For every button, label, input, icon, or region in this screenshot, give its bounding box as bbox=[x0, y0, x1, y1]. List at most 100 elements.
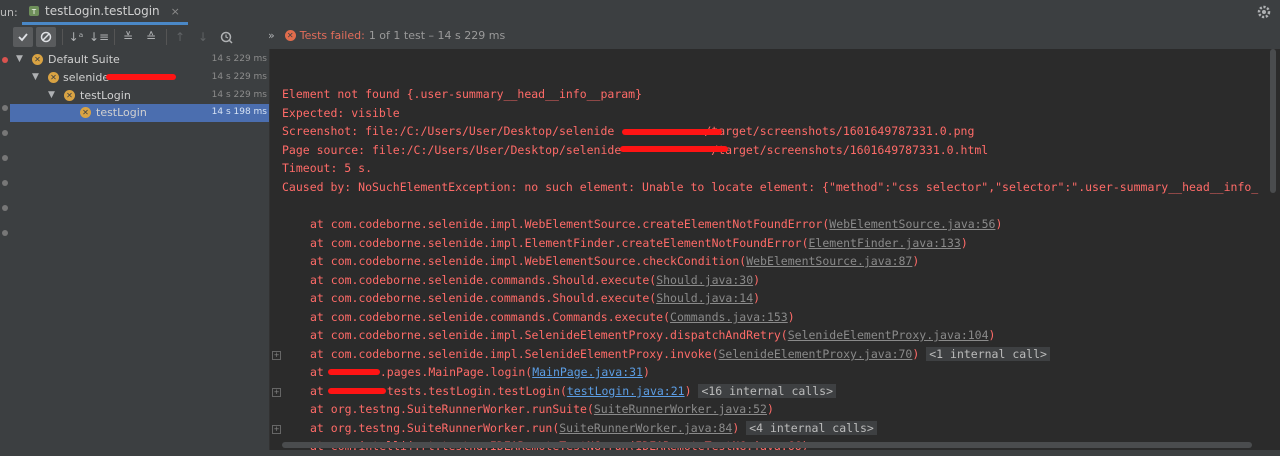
redaction-mark bbox=[106, 74, 176, 80]
check-icon bbox=[18, 33, 28, 42]
frame-text: at org.testng.SuiteRunnerWorker.runSuite… bbox=[310, 402, 594, 416]
horizontal-scrollbar[interactable] bbox=[282, 442, 1252, 448]
strip-icon[interactable] bbox=[2, 180, 8, 186]
source-link[interactable]: Should.java:14 bbox=[656, 291, 753, 305]
tree-row-class[interactable]: ▼ ✕ testLogin 14 s 229 ms bbox=[10, 87, 269, 105]
console-line: Element not found {.user-summary__head__… bbox=[282, 87, 643, 101]
redaction-mark bbox=[620, 146, 728, 152]
toolbar-separator bbox=[114, 29, 115, 45]
source-link[interactable]: WebElementSource.java:87 bbox=[746, 254, 912, 268]
toolbar-separator bbox=[62, 29, 63, 45]
next-failed-button[interactable]: ↓ bbox=[193, 27, 213, 47]
frame-close: ) bbox=[960, 236, 968, 250]
frame-text: at com.codeborne.selenide.commands.Comma… bbox=[310, 310, 671, 324]
stack-frame: at tests.testLogin.testLogin(testLogin.ja… bbox=[310, 382, 837, 400]
strip-icon[interactable] bbox=[2, 205, 8, 211]
source-link[interactable]: SelenideElementProxy.java:104 bbox=[788, 328, 989, 342]
source-link[interactable]: Should.java:30 bbox=[656, 273, 753, 287]
console-text: /target/screenshots/1601649787331.0.html bbox=[711, 143, 989, 157]
tree-row-suite[interactable]: ▼ ✕ Default Suite 14 s 229 ms bbox=[10, 51, 269, 69]
console-text: Page source: file:/C:/Users/User/Desktop… bbox=[282, 143, 622, 157]
tab-testlogin[interactable]: T testLogin.testLogin × bbox=[22, 0, 188, 25]
console-line: Expected: visible bbox=[282, 106, 400, 120]
source-link[interactable]: WebElementSource.java:56 bbox=[829, 217, 995, 231]
frame-text: at org.testng.SuiteRunnerWorker.run( bbox=[310, 421, 560, 435]
vertical-scrollbar[interactable] bbox=[1270, 49, 1276, 193]
internal-calls-fold[interactable]: <4 internal calls> bbox=[746, 421, 877, 435]
source-link[interactable]: SuiteRunnerWorker.java:84 bbox=[559, 421, 732, 435]
clock-icon bbox=[220, 31, 233, 44]
stack-frame: at com.codeborne.selenide.commands.Shoul… bbox=[310, 289, 760, 307]
stack-frame: at com.codeborne.selenide.impl.SelenideE… bbox=[310, 326, 995, 344]
tab-title: testLogin.testLogin bbox=[45, 4, 160, 18]
frame-close: ) bbox=[787, 310, 795, 324]
chevron-right-icon[interactable]: » bbox=[268, 29, 275, 42]
tree-row-time: 14 s 229 ms bbox=[211, 54, 267, 64]
collapse-all-button[interactable]: ≙ bbox=[141, 27, 161, 47]
tree-row-time: 14 s 229 ms bbox=[211, 90, 267, 100]
strip-icon[interactable] bbox=[2, 230, 8, 236]
toolbar-separator bbox=[166, 29, 167, 45]
strip-icon[interactable] bbox=[2, 155, 8, 161]
redaction-mark bbox=[328, 388, 386, 394]
frame-close: ) bbox=[684, 384, 692, 398]
frame-text: at com.codeborne.selenide.impl.SelenideE… bbox=[310, 347, 719, 361]
source-link[interactable]: ElementFinder.java:133 bbox=[809, 236, 961, 250]
source-link[interactable]: SuiteRunnerWorker.java:52 bbox=[594, 402, 767, 416]
previous-failed-button[interactable]: ↑ bbox=[170, 27, 190, 47]
run-label: un: bbox=[0, 6, 18, 19]
gear-icon[interactable] bbox=[1256, 4, 1272, 20]
stack-frame: at org.testng.SuiteRunnerWorker.runSuite… bbox=[310, 400, 774, 418]
test-history-button[interactable] bbox=[216, 27, 236, 47]
frame-close: ) bbox=[995, 217, 1003, 231]
source-link[interactable]: SelenideElementProxy.java:70 bbox=[719, 347, 913, 361]
stack-frame: at com.codeborne.selenide.impl.SelenideE… bbox=[310, 345, 1050, 363]
strip-icon[interactable] bbox=[2, 130, 8, 136]
sort-by-duration-button[interactable]: ↓≡ bbox=[89, 27, 109, 47]
show-ignored-button[interactable] bbox=[36, 27, 56, 47]
fold-expand-icon[interactable]: + bbox=[272, 388, 281, 397]
strip-icon[interactable] bbox=[2, 105, 8, 111]
failed-test-icon: ✕ bbox=[32, 54, 43, 65]
console-line: Timeout: 5 s. bbox=[282, 161, 373, 175]
tree-row-label: testLogin bbox=[96, 106, 147, 119]
status-failed-label: Tests failed: bbox=[299, 29, 365, 42]
expand-all-button[interactable]: ≚ bbox=[118, 27, 138, 47]
tree-row-method-selected[interactable]: ✕ testLogin 14 s 198 ms bbox=[10, 104, 269, 122]
internal-calls-fold[interactable]: <1 internal call> bbox=[926, 347, 1050, 361]
sort-alpha-icon: ↓ᵃ bbox=[68, 30, 84, 44]
chevron-down-icon[interactable]: ▼ bbox=[32, 72, 39, 82]
collapse-all-icon: ≙ bbox=[145, 30, 157, 44]
frame-close: ) bbox=[732, 421, 740, 435]
stack-frame: at com.codeborne.selenide.commands.Shoul… bbox=[310, 271, 760, 289]
stop-icon[interactable] bbox=[2, 57, 8, 63]
chevron-down-icon[interactable]: ▼ bbox=[16, 54, 23, 64]
console-output[interactable]: Element not found {.user-summary__head__… bbox=[270, 49, 1280, 456]
status-bar bbox=[0, 450, 1280, 456]
show-passed-button[interactable] bbox=[13, 27, 33, 47]
failed-icon: ✕ bbox=[284, 30, 296, 41]
close-icon[interactable]: × bbox=[171, 5, 180, 18]
console-line: Caused by: NoSuchElementException: no su… bbox=[282, 180, 1259, 194]
fold-expand-icon[interactable]: + bbox=[272, 425, 281, 434]
source-link[interactable]: Commands.java:153 bbox=[670, 310, 788, 324]
frame-text: at com.codeborne.selenide.commands.Shoul… bbox=[310, 291, 657, 305]
internal-calls-fold[interactable]: <16 internal calls> bbox=[698, 384, 837, 398]
frame-close: ) bbox=[912, 347, 920, 361]
tree-row-label: Default Suite bbox=[48, 53, 120, 66]
frame-close: ) bbox=[912, 254, 920, 268]
chevron-down-icon[interactable]: ▼ bbox=[48, 90, 55, 100]
frame-text: at bbox=[310, 365, 324, 379]
frame-text: at com.codeborne.selenide.commands.Shoul… bbox=[310, 273, 657, 287]
sort-alphabetically-button[interactable]: ↓ᵃ bbox=[66, 27, 86, 47]
source-link[interactable]: testLogin.java:21 bbox=[567, 384, 685, 398]
stack-frame: at org.testng.SuiteRunnerWorker.run(Suit… bbox=[310, 419, 877, 437]
fold-expand-icon[interactable]: + bbox=[272, 351, 281, 360]
arrow-up-icon: ↑ bbox=[174, 30, 186, 44]
source-link[interactable]: MainPage.java:31 bbox=[532, 365, 643, 379]
frame-close: ) bbox=[642, 365, 650, 379]
tree-row-class[interactable]: ▼ ✕ selenide 14 s 229 ms bbox=[10, 69, 269, 87]
console-text: Screenshot: file:/C:/Users/User/Desktop/… bbox=[282, 124, 615, 138]
stack-frame: at com.codeborne.selenide.impl.WebElemen… bbox=[310, 215, 1002, 233]
expand-all-icon: ≚ bbox=[122, 30, 134, 44]
